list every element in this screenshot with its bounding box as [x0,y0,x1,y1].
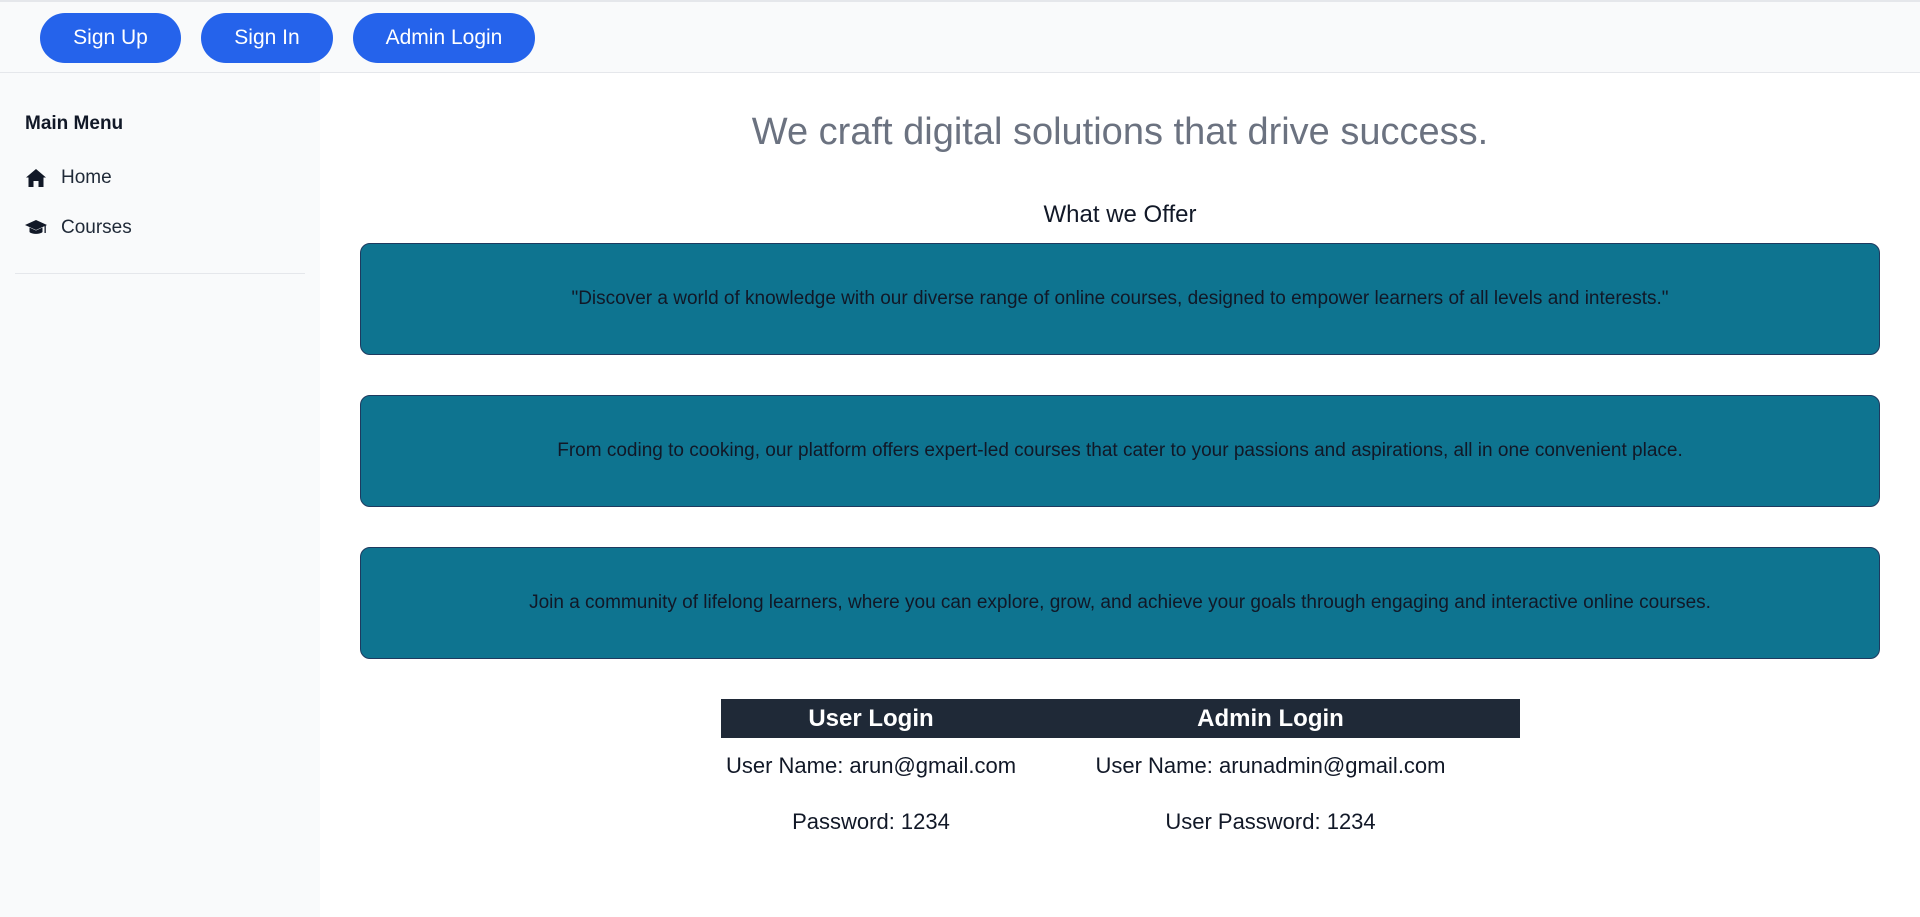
admin-login-button[interactable]: Admin Login [353,13,535,63]
page-headline: We craft digital solutions that drive su… [751,111,1489,153]
offer-card: From coding to cooking, our platform off… [360,395,1880,507]
sign-up-button[interactable]: Sign Up [40,13,181,63]
offer-card-text: "Discover a world of knowledge with our … [571,288,1669,309]
section-title: What we Offer [1043,201,1197,228]
main-content: We craft digital solutions that drive su… [320,73,1920,917]
offer-card-text: From coding to cooking, our platform off… [557,440,1683,461]
sidebar: Main Menu Home Courses [0,73,320,917]
table-row: Password: 1234 User Password: 1234 [721,794,1520,850]
sidebar-item-courses[interactable]: Courses [25,213,132,243]
sidebar-title: Main Menu [25,113,124,134]
sidebar-item-label: Home [61,167,112,188]
top-bar: Sign Up Sign In Admin Login [0,0,1920,73]
sidebar-item-home[interactable]: Home [25,163,112,193]
admin-password-cell: User Password: 1234 [1165,809,1376,834]
graduation-cap-icon [25,217,47,239]
admin-name-cell: User Name: arunadmin@gmail.com [1095,753,1446,778]
user-password-cell: Password: 1234 [792,809,950,834]
offer-card-text: Join a community of lifelong learners, w… [529,592,1711,613]
table-row: User Name: arun@gmail.com User Name: aru… [721,738,1520,794]
user-login-header: User Login [721,699,1021,738]
offer-card: Join a community of lifelong learners, w… [360,547,1880,659]
user-name-cell: User Name: arun@gmail.com [725,753,1017,778]
home-icon [25,167,47,189]
sidebar-item-label: Courses [61,217,132,238]
admin-login-header: Admin Login [1021,699,1520,738]
login-credentials-table: User Login Admin Login User Name: arun@g… [721,699,1520,850]
offer-card: "Discover a world of knowledge with our … [360,243,1880,355]
sign-in-button[interactable]: Sign In [201,13,333,63]
sidebar-divider [15,273,305,274]
table-header-row: User Login Admin Login [721,699,1520,738]
